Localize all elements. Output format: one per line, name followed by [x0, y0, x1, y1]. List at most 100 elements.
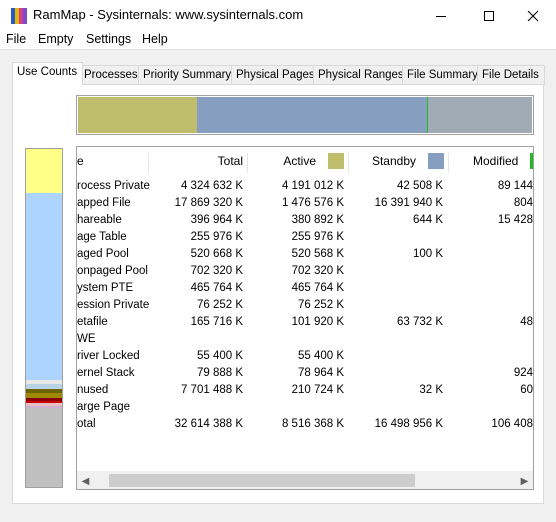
column-header-active-label: Active: [283, 154, 316, 168]
scroll-right-button[interactable]: ▶: [516, 472, 533, 489]
table-cell: 702 320 K: [190, 265, 243, 277]
table-row[interactable]: ernel Stack 79 888 K 78 964 K 924: [77, 365, 533, 382]
table-row[interactable]: etafile 165 716 K 101 920 K 63 732 K 48: [77, 314, 533, 331]
table-cell: 16 498 956 K: [374, 418, 443, 430]
table-row[interactable]: onpaged Pool 702 320 K 702 320 K: [77, 263, 533, 280]
table-cell: [449, 348, 533, 365]
table-row[interactable]: aged Pool 520 668 K 520 568 K 100 K: [77, 246, 533, 263]
table-cell: 79 888 K: [196, 367, 243, 379]
table-cell: 520 668 K: [190, 248, 243, 260]
table-cell: [449, 399, 533, 416]
table-row[interactable]: hareable 396 964 K 380 892 K 644 K 15 428: [77, 212, 533, 229]
table-cell: 63 732 K: [396, 316, 443, 328]
table-row[interactable]: ystem PTE 465 764 K 465 764 K: [77, 280, 533, 297]
table-row[interactable]: nused 7 701 488 K 210 724 K 32 K 60: [77, 382, 533, 399]
table-cell: 396 964 K: [190, 214, 243, 226]
table-cell: 4 324 632 K: [180, 180, 243, 192]
tab-priority-summary[interactable]: Priority Summary: [138, 65, 238, 85]
minimize-button[interactable]: [418, 0, 464, 31]
table-row[interactable]: ession Private 76 252 K 76 252 K: [77, 297, 533, 314]
tab-physical-ranges[interactable]: Physical Ranges: [313, 65, 410, 85]
maximize-button[interactable]: [466, 0, 512, 31]
window-title: RamMap - Sysinternals: www.sysinternals.…: [33, 7, 304, 22]
table-cell: [349, 229, 443, 246]
table-cell: etafile: [77, 316, 108, 328]
table-cell: 55 400 K: [297, 350, 344, 362]
table-cell: arge Page: [77, 401, 131, 413]
column-header-standby-label: Standby: [371, 154, 416, 168]
table-row[interactable]: apped File 17 869 320 K 1 476 576 K 16 391 …: [77, 195, 533, 212]
menu-help[interactable]: Help: [142, 32, 168, 46]
table-row[interactable]: otal 32 614 388 K 8 516 368 K 16 498 956 K 1…: [77, 416, 533, 433]
table-cell: [149, 399, 243, 416]
table-cell: onpaged Pool: [77, 265, 148, 277]
scrollbar-thumb[interactable]: [109, 474, 415, 487]
table-cell: [349, 399, 443, 416]
bar-segment-mapped-file: [26, 193, 62, 380]
table-cell: 76 252 K: [297, 299, 344, 311]
table-cell: [349, 331, 443, 348]
table-cell: 255 976 K: [291, 231, 344, 243]
horizontal-scrollbar[interactable]: ◀ ▶: [77, 471, 533, 489]
table-cell: river Locked: [77, 350, 140, 362]
close-button[interactable]: [510, 0, 556, 31]
table-cell: apped File: [77, 197, 131, 209]
menu-empty[interactable]: Empty: [38, 32, 73, 46]
bar-segment-unused: [26, 408, 62, 487]
column-header-usage-label: e: [77, 154, 84, 168]
table-cell: 48: [520, 316, 533, 328]
scroll-left-button[interactable]: ◀: [77, 472, 94, 489]
table-cell: [349, 297, 443, 314]
tab-physical-pages[interactable]: Physical Pages: [231, 65, 321, 85]
column-header-usage[interactable]: e: [77, 149, 147, 173]
table-cell: 702 320 K: [291, 265, 344, 277]
usage-summary-bar: [76, 95, 534, 135]
table-row[interactable]: age Table 255 976 K 255 976 K: [77, 229, 533, 246]
column-header-active[interactable]: Active: [248, 149, 348, 173]
table-cell: 32 K: [419, 384, 443, 396]
table-cell: 380 892 K: [291, 214, 344, 226]
table-cell: [349, 365, 443, 382]
menu-bar: File Empty Settings Help: [0, 31, 556, 50]
table-cell: [248, 331, 344, 348]
column-header-modified[interactable]: Modified: [449, 149, 533, 173]
tab-file-summary[interactable]: File Summary: [402, 65, 484, 85]
usage-bar-segment-standby: [196, 97, 427, 133]
standby-color-swatch: [428, 153, 444, 169]
table-cell: 101 920 K: [291, 316, 344, 328]
table-row[interactable]: rocess Private 4 324 632 K 4 191 012 K 42 5…: [77, 178, 533, 195]
table-cell: otal: [77, 418, 96, 430]
modified-color-swatch: [530, 153, 533, 169]
table-cell: [248, 399, 344, 416]
tab-processes[interactable]: Processes: [79, 65, 144, 85]
table-cell: 465 764 K: [190, 282, 243, 294]
table-cell: 32 614 388 K: [174, 418, 243, 430]
table-cell: 42 508 K: [396, 180, 443, 192]
table-cell: 17 869 320 K: [174, 197, 243, 209]
tab-use-counts[interactable]: Use Counts: [12, 62, 84, 85]
table-cell: 15 428: [497, 214, 533, 226]
table-cell: 100 K: [412, 248, 443, 260]
table-cell: ession Private: [77, 299, 150, 311]
column-header-total[interactable]: Total: [149, 149, 247, 173]
table-cell: ernel Stack: [77, 367, 135, 379]
table-cell: [349, 348, 443, 365]
table-cell: 78 964 K: [297, 367, 344, 379]
menu-settings[interactable]: Settings: [86, 32, 131, 46]
table-row[interactable]: river Locked 55 400 K 55 400 K: [77, 348, 533, 365]
table-row[interactable]: arge Page: [77, 399, 533, 416]
table-cell: 165 716 K: [190, 316, 243, 328]
use-counts-table[interactable]: e Total Active Standby Modified rocess P…: [76, 146, 534, 490]
table-cell: aged Pool: [77, 248, 129, 260]
column-header-standby[interactable]: Standby: [349, 149, 448, 173]
table-cell: ystem PTE: [77, 282, 134, 294]
tab-file-details[interactable]: File Details: [477, 65, 545, 85]
table-cell: 7 701 488 K: [180, 384, 243, 396]
table-row[interactable]: WE: [77, 331, 533, 348]
menu-file[interactable]: File: [6, 32, 26, 46]
table-cell: 89 144: [497, 180, 533, 192]
table-cell: 210 724 K: [291, 384, 344, 396]
title-bar: RamMap - Sysinternals: www.sysinternals.…: [0, 0, 556, 31]
usage-bar-segment-transition: [428, 97, 532, 133]
table-cell: hareable: [77, 214, 122, 226]
